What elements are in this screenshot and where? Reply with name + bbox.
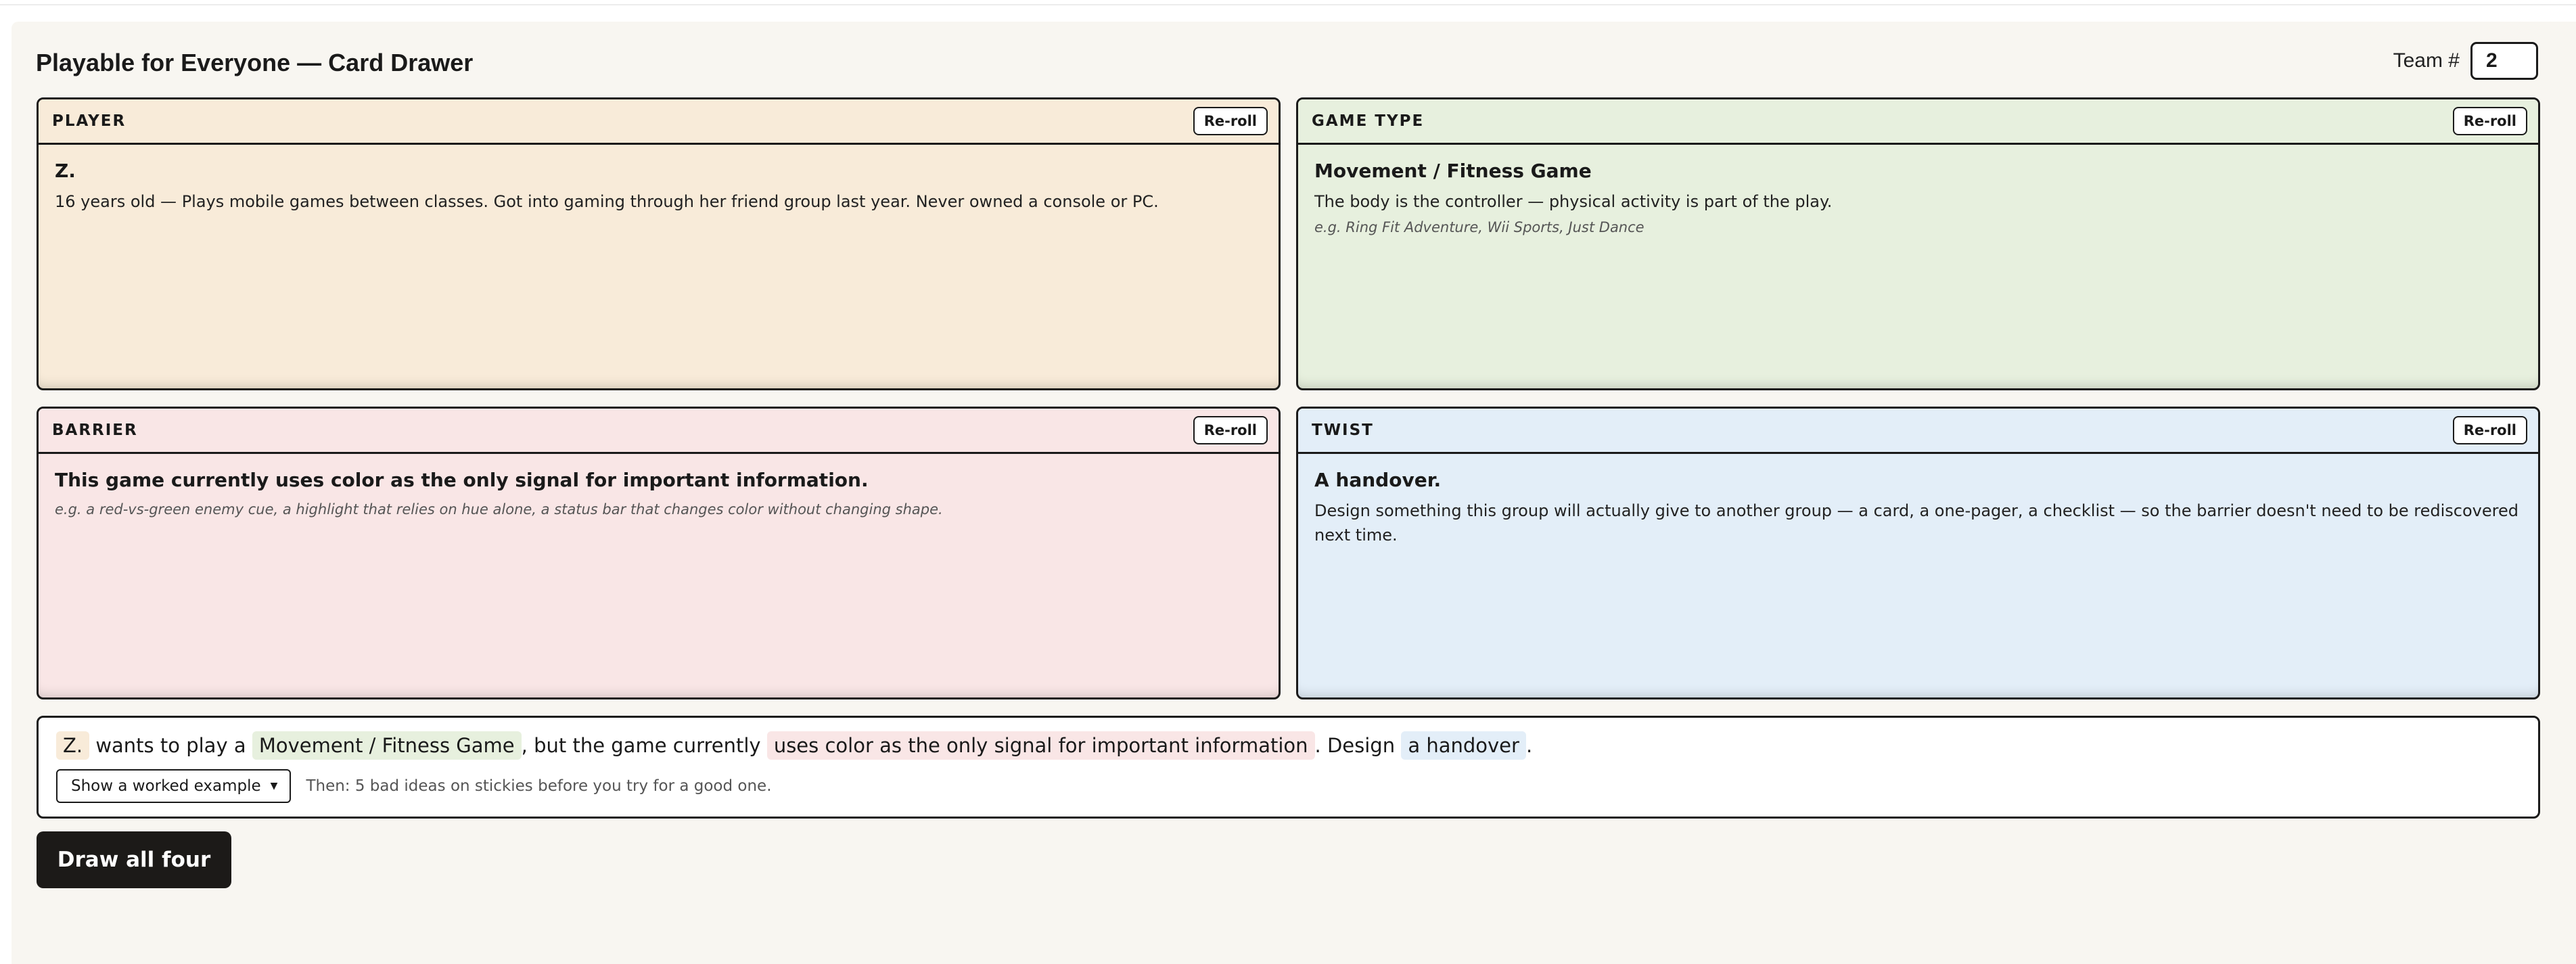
draw-all-four-button[interactable]: Draw all four xyxy=(37,831,231,888)
prompt-player-chip: Z. xyxy=(56,731,90,760)
team-number-label: Team # xyxy=(2393,49,2460,72)
barrier-example: e.g. a red-vs-green enemy cue, a highlig… xyxy=(55,501,943,518)
design-prompt-sentence: Z. wants to play a Movement / Fitness Ga… xyxy=(56,730,2521,761)
prompt-text-1: wants to play a xyxy=(95,734,246,757)
barrier-card-header: BARRIER Re-roll xyxy=(39,409,1279,454)
player-card-label: PLAYER xyxy=(52,112,127,130)
design-prompt-box: Z. wants to play a Movement / Fitness Ga… xyxy=(37,716,2540,819)
game-type-description: The body is the controller — physical ac… xyxy=(1314,192,1833,211)
top-divider xyxy=(0,0,2576,5)
game-type-card-label: GAME TYPE xyxy=(1312,112,1425,130)
prompt-barrier-chip: uses color as the only signal for import… xyxy=(766,731,1315,760)
prompt-text-4: . xyxy=(1525,734,1533,757)
prompt-text-3: . Design xyxy=(1314,734,1396,757)
team-number-control: Team # xyxy=(2393,42,2538,80)
game-type-card-body: Movement / Fitness Game The body is the … xyxy=(1298,145,2538,252)
player-description: 16 years old — Plays mobile games betwee… xyxy=(55,192,1159,211)
barrier-title: This game currently uses color as the on… xyxy=(55,469,869,491)
prompt-game-chip: Movement / Fitness Game xyxy=(252,731,522,760)
twist-card-header: TWIST Re-roll xyxy=(1298,409,2538,454)
player-reroll-button[interactable]: Re-roll xyxy=(1193,107,1268,135)
twist-title: A handover. xyxy=(1314,469,1442,491)
twist-description: Design something this group will actuall… xyxy=(1314,501,2518,545)
barrier-card-label: BARRIER xyxy=(52,421,138,439)
prompt-controls-row: Show a worked example ▼ Then: 5 bad idea… xyxy=(56,769,2521,803)
page-title: Playable for Everyone — Card Drawer xyxy=(36,49,474,76)
caret-down-icon: ▼ xyxy=(270,781,278,791)
game-type-reroll-button[interactable]: Re-roll xyxy=(2452,107,2527,135)
player-card-header: PLAYER Re-roll xyxy=(39,99,1279,145)
next-step-hint: Then: 5 bad ideas on stickies before you… xyxy=(306,777,772,795)
prompt-text-2: , but the game currently xyxy=(521,734,761,757)
worked-example-label: Show a worked example xyxy=(71,777,261,795)
twist-card-label: TWIST xyxy=(1312,421,1374,439)
twist-card-body: A handover. Design something this group … xyxy=(1298,454,2538,561)
player-name: Z. xyxy=(55,160,76,182)
team-number-input[interactable] xyxy=(2470,42,2538,80)
twist-reroll-button[interactable]: Re-roll xyxy=(2452,416,2527,444)
game-type-card-header: GAME TYPE Re-roll xyxy=(1298,99,2538,145)
game-type-example: e.g. Ring Fit Adventure, Wii Sports, Jus… xyxy=(1314,219,1644,235)
twist-card: TWIST Re-roll A handover. Design somethi… xyxy=(1296,407,2540,699)
game-type-title: Movement / Fitness Game xyxy=(1314,160,1592,182)
barrier-reroll-button[interactable]: Re-roll xyxy=(1193,416,1268,444)
prompt-twist-chip: a handover xyxy=(1401,731,1526,760)
player-card-body: Z. 16 years old — Plays mobile games bet… xyxy=(39,145,1279,227)
barrier-card: BARRIER Re-roll This game currently uses… xyxy=(37,407,1281,699)
barrier-card-body: This game currently uses color as the on… xyxy=(39,454,1279,534)
game-type-card: GAME TYPE Re-roll Movement / Fitness Gam… xyxy=(1296,97,2540,390)
player-card: PLAYER Re-roll Z. 16 years old — Plays m… xyxy=(37,97,1281,390)
worked-example-dropdown[interactable]: Show a worked example ▼ xyxy=(56,769,292,803)
